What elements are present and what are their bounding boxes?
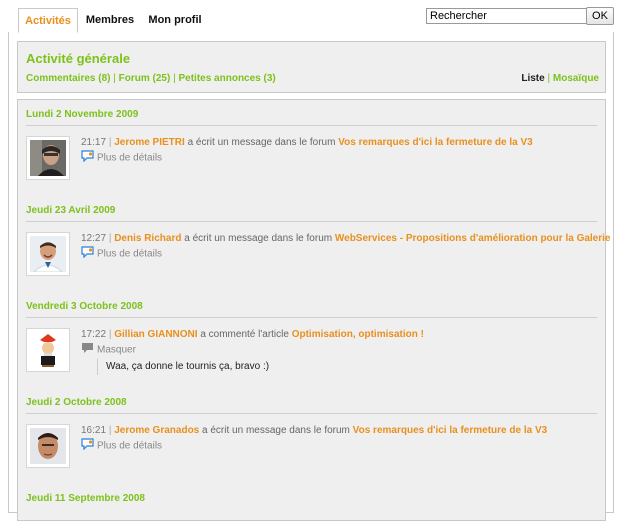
comment-text: Waa, ça donne le tournis ça, bravo :) <box>97 359 269 375</box>
avatar[interactable] <box>26 136 70 180</box>
feed-entry-text: 12:27 | Denis Richard a écrit un message… <box>81 233 610 244</box>
entry-action: a écrit un message dans le forum <box>184 233 333 244</box>
entry-separator: | <box>108 329 112 340</box>
entry-user-link[interactable]: Denis Richard <box>114 233 181 244</box>
date-divider <box>26 317 597 318</box>
filter-links: Commentaires (8) | Forum (25) | Petites … <box>26 73 276 84</box>
entry-time: 12:27 <box>81 233 107 244</box>
entry-action: a écrit un message dans le forum <box>202 425 350 436</box>
filter-separator: | <box>113 73 116 84</box>
search-input[interactable]: Rechercher <box>426 8 589 24</box>
activity-header: Activité générale Commentaires (8) | For… <box>17 41 606 93</box>
avatar[interactable] <box>26 328 70 372</box>
details-label: Plus de détails <box>97 440 163 452</box>
entry-target-link[interactable]: Vos remarques d'ici la fermeture de la V… <box>338 137 533 148</box>
avatar-photo <box>30 236 66 272</box>
details-label: Plus de détails <box>97 248 163 260</box>
view-switcher: Liste | Mosaïque <box>521 73 599 84</box>
hide-label: Masquer <box>97 344 136 356</box>
details-toggle[interactable]: Plus de détails <box>81 438 162 452</box>
details-label: Plus de détails <box>97 152 163 164</box>
entry-user-link[interactable]: Jerome Granados <box>114 425 199 436</box>
entry-time: 17:22 <box>81 329 107 340</box>
activity-feed: Lundi 2 Novembre 2009 21:17 | Jerome PIE… <box>17 99 610 521</box>
speech-bubble-icon <box>81 438 94 454</box>
view-mosaique[interactable]: Mosaïque <box>553 73 599 84</box>
avatar-photo <box>30 140 66 176</box>
entry-action: a écrit un message dans le forum <box>187 137 336 148</box>
view-separator: | <box>547 73 551 84</box>
search-ok-button[interactable]: OK <box>586 7 614 25</box>
feed-entry-text: 16:21 | Jerome Granados a écrit un messa… <box>81 425 547 436</box>
feed-entry-text: 21:17 | Jerome PIETRI a écrit un message… <box>81 137 533 148</box>
entry-user-link[interactable]: Gillian GIANNONI <box>114 329 197 340</box>
view-liste[interactable]: Liste <box>521 73 544 84</box>
filter-petites-annonces[interactable]: Petites annonces (3) <box>178 73 275 84</box>
avatar[interactable] <box>26 424 70 468</box>
filter-separator: | <box>173 73 176 84</box>
speech-bubble-icon <box>81 150 94 166</box>
date-divider <box>26 221 597 222</box>
tab-activites[interactable]: Activités <box>18 8 78 33</box>
entry-separator: | <box>108 233 112 244</box>
hide-toggle[interactable]: Masquer <box>81 342 136 356</box>
feed-entry-text: 17:22 | Gillian GIANNONI a commenté l'ar… <box>81 329 424 340</box>
speech-bubble-icon <box>81 246 94 262</box>
avatar[interactable] <box>26 232 70 276</box>
entry-separator: | <box>108 137 112 148</box>
feed-date: Vendredi 3 Octobre 2008 <box>26 301 143 312</box>
avatar-photo <box>30 428 66 464</box>
filter-commentaires[interactable]: Commentaires (8) <box>26 73 110 84</box>
entry-target-link[interactable]: Optimisation, optimisation ! <box>292 329 424 340</box>
entry-user-link[interactable]: Jerome PIETRI <box>114 137 185 148</box>
avatar-photo <box>30 332 66 368</box>
date-divider <box>26 125 597 126</box>
feed-date: Jeudi 23 Avril 2009 <box>26 205 116 216</box>
gray-bubble-icon <box>81 342 94 358</box>
entry-target-link[interactable]: WebServices - Propositions d'amélioratio… <box>335 233 611 244</box>
filter-forum[interactable]: Forum (25) <box>119 73 171 84</box>
details-toggle[interactable]: Plus de détails <box>81 246 162 260</box>
details-toggle[interactable]: Plus de détails <box>81 150 162 164</box>
date-divider <box>26 413 597 414</box>
feed-date: Lundi 2 Novembre 2009 <box>26 109 139 120</box>
tab-mon-profil[interactable]: Mon profil <box>146 8 204 33</box>
entry-time: 16:21 <box>81 425 107 436</box>
page-title: Activité générale <box>26 51 131 66</box>
feed-date: Jeudi 2 Octobre 2008 <box>26 397 127 408</box>
tab-membres[interactable]: Membres <box>84 8 136 33</box>
entry-action: a commenté l'article <box>200 329 289 340</box>
feed-date: Jeudi 11 Septembre 2008 <box>26 493 145 504</box>
entry-target-link[interactable]: Vos remarques d'ici la fermeture de la V… <box>353 425 548 436</box>
entry-time: 21:17 <box>81 137 107 148</box>
entry-separator: | <box>108 425 112 436</box>
